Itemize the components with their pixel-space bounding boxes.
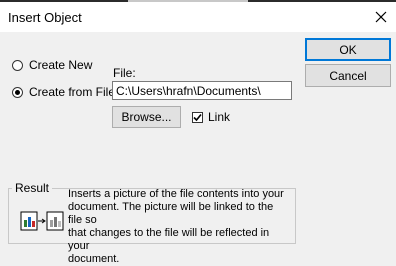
result-line-1: Inserts a picture of the file contents i… (68, 188, 284, 200)
title-bar: Insert Object (0, 2, 396, 32)
create-from-file-label: Create from File (29, 85, 116, 99)
result-line-3: that changes to the file will be reflect… (68, 227, 270, 252)
radio-create-new-dot[interactable] (12, 59, 23, 71)
dialog-title: Insert Object (8, 10, 82, 25)
link-checkbox-box[interactable] (192, 111, 203, 123)
create-new-radio[interactable]: Create New (12, 58, 92, 72)
result-line-4: document. (68, 253, 120, 265)
create-from-file-radio[interactable]: Create from File (12, 85, 115, 99)
result-legend: Result (12, 181, 53, 195)
result-description: Inserts a picture of the file contents i… (68, 188, 290, 266)
cancel-button[interactable]: Cancel (305, 64, 391, 87)
file-path-input[interactable] (112, 81, 292, 100)
close-button[interactable] (366, 2, 396, 32)
file-label: File: (113, 66, 136, 80)
create-new-label: Create New (29, 58, 93, 72)
link-picture-icon (20, 208, 66, 237)
ok-button[interactable]: OK (305, 38, 391, 61)
link-checkbox[interactable]: Link (192, 110, 230, 124)
close-icon (375, 11, 387, 23)
checkmark-icon (193, 113, 202, 121)
link-label: Link (208, 110, 231, 124)
radio-create-from-file-dot[interactable] (12, 86, 23, 98)
browse-button[interactable]: Browse... (112, 106, 181, 128)
result-line-2: document. The picture will be linked to … (68, 201, 274, 226)
